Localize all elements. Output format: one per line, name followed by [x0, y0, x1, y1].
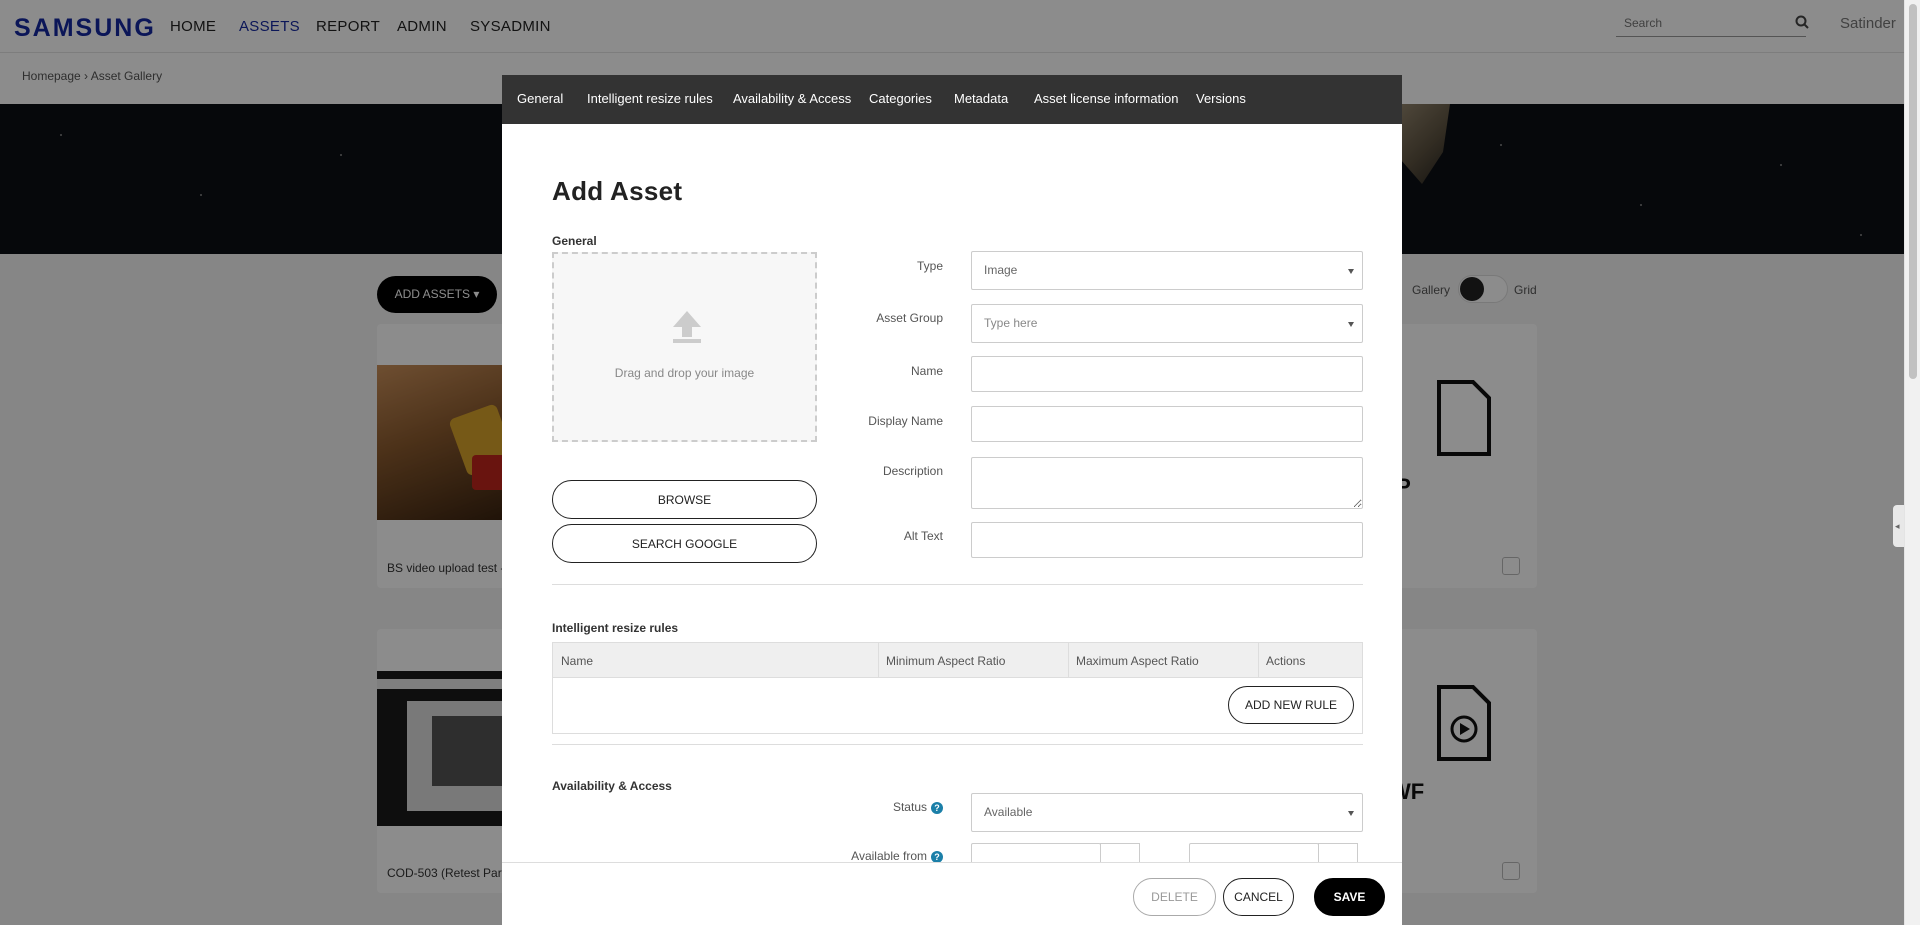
asset-group-placeholder: Type here	[984, 316, 1038, 330]
upload-arrow-icon	[673, 311, 701, 343]
resize-rules-table: Name Minimum Aspect Ratio Maximum Aspect…	[552, 642, 1363, 734]
column-header-max-aspect-ratio: Maximum Aspect Ratio	[1076, 654, 1199, 668]
help-icon[interactable]: ?	[931, 850, 943, 862]
chevron-left-icon: ◂	[1895, 521, 1900, 531]
column-header-min-aspect-ratio: Minimum Aspect Ratio	[886, 654, 1006, 668]
add-new-rule-button[interactable]: ADD NEW RULE	[1228, 686, 1354, 724]
section-divider	[552, 584, 1363, 585]
asset-group-select[interactable]: Type here	[971, 304, 1363, 343]
column-divider	[1068, 643, 1069, 678]
name-input[interactable]	[971, 356, 1363, 392]
cancel-button[interactable]: CANCEL	[1223, 878, 1294, 916]
column-header-name: Name	[561, 654, 594, 668]
status-label-text: Status	[892, 800, 927, 814]
tab-metadata[interactable]: Metadata	[954, 91, 1008, 106]
search-google-button[interactable]: SEARCH GOOGLE	[552, 524, 817, 563]
save-button[interactable]: SAVE	[1314, 878, 1385, 916]
section-divider	[552, 744, 1363, 745]
alt-text-input[interactable]	[971, 522, 1363, 558]
tab-asset-license-information[interactable]: Asset license information	[1034, 91, 1179, 106]
modal-body: Add Asset General Drag and drop your ima…	[502, 124, 1402, 862]
delete-button[interactable]: DELETE	[1133, 878, 1216, 916]
type-select[interactable]: Image	[971, 251, 1363, 290]
type-select-value: Image	[984, 263, 1018, 277]
status-select[interactable]: Available	[971, 793, 1363, 832]
chevron-down-icon	[1348, 811, 1354, 816]
tab-categories[interactable]: Categories	[869, 91, 932, 106]
modal-title: Add Asset	[552, 176, 683, 206]
chevron-down-icon	[1348, 322, 1354, 327]
tab-general[interactable]: General	[517, 91, 563, 106]
tab-availability-access[interactable]: Availability & Access	[733, 91, 851, 106]
availability-section-label: Availability & Access	[552, 779, 672, 793]
description-textarea[interactable]	[971, 457, 1363, 509]
image-dropzone[interactable]: Drag and drop your image	[552, 252, 817, 442]
available-from-date-input[interactable]	[971, 843, 1101, 862]
add-asset-modal: General Intelligent resize rules Availab…	[502, 75, 1402, 925]
column-divider	[878, 643, 879, 678]
page-scrollbar[interactable]	[1904, 0, 1920, 925]
alt-text-label: Alt Text	[903, 529, 943, 543]
scrollbar-thumb[interactable]	[1909, 4, 1917, 379]
asset-group-label: Asset Group	[876, 311, 943, 325]
resize-rules-table-header: Name Minimum Aspect Ratio Maximum Aspect…	[553, 643, 1362, 678]
calendar-icon[interactable]	[1100, 843, 1140, 862]
tab-versions[interactable]: Versions	[1196, 91, 1246, 106]
tab-intelligent-resize-rules[interactable]: Intelligent resize rules	[587, 91, 713, 106]
chevron-down-icon	[1348, 269, 1354, 274]
available-from-label-text: Available from	[851, 849, 927, 862]
column-divider	[1258, 643, 1259, 678]
available-to-date-input[interactable]	[1189, 843, 1319, 862]
display-name-label: Display Name	[868, 414, 943, 428]
name-label: Name	[910, 364, 943, 378]
modal-tab-bar: General Intelligent resize rules Availab…	[502, 75, 1402, 124]
description-label: Description	[882, 464, 943, 478]
type-label: Type	[916, 259, 943, 273]
browse-button[interactable]: BROWSE	[552, 480, 817, 519]
available-from-label: Available from?	[793, 849, 943, 862]
status-label: Status?	[793, 800, 943, 814]
modal-footer: DELETE CANCEL SAVE	[502, 862, 1402, 925]
status-select-value: Available	[984, 805, 1033, 819]
calendar-icon[interactable]	[1318, 843, 1358, 862]
column-header-actions: Actions	[1266, 654, 1306, 668]
display-name-input[interactable]	[971, 406, 1363, 442]
dropzone-text: Drag and drop your image	[614, 366, 755, 380]
help-icon[interactable]: ?	[931, 801, 943, 814]
general-section-label: General	[552, 234, 597, 248]
side-panel-tab[interactable]: ◂	[1893, 505, 1904, 547]
resize-rules-section-label: Intelligent resize rules	[552, 621, 679, 635]
